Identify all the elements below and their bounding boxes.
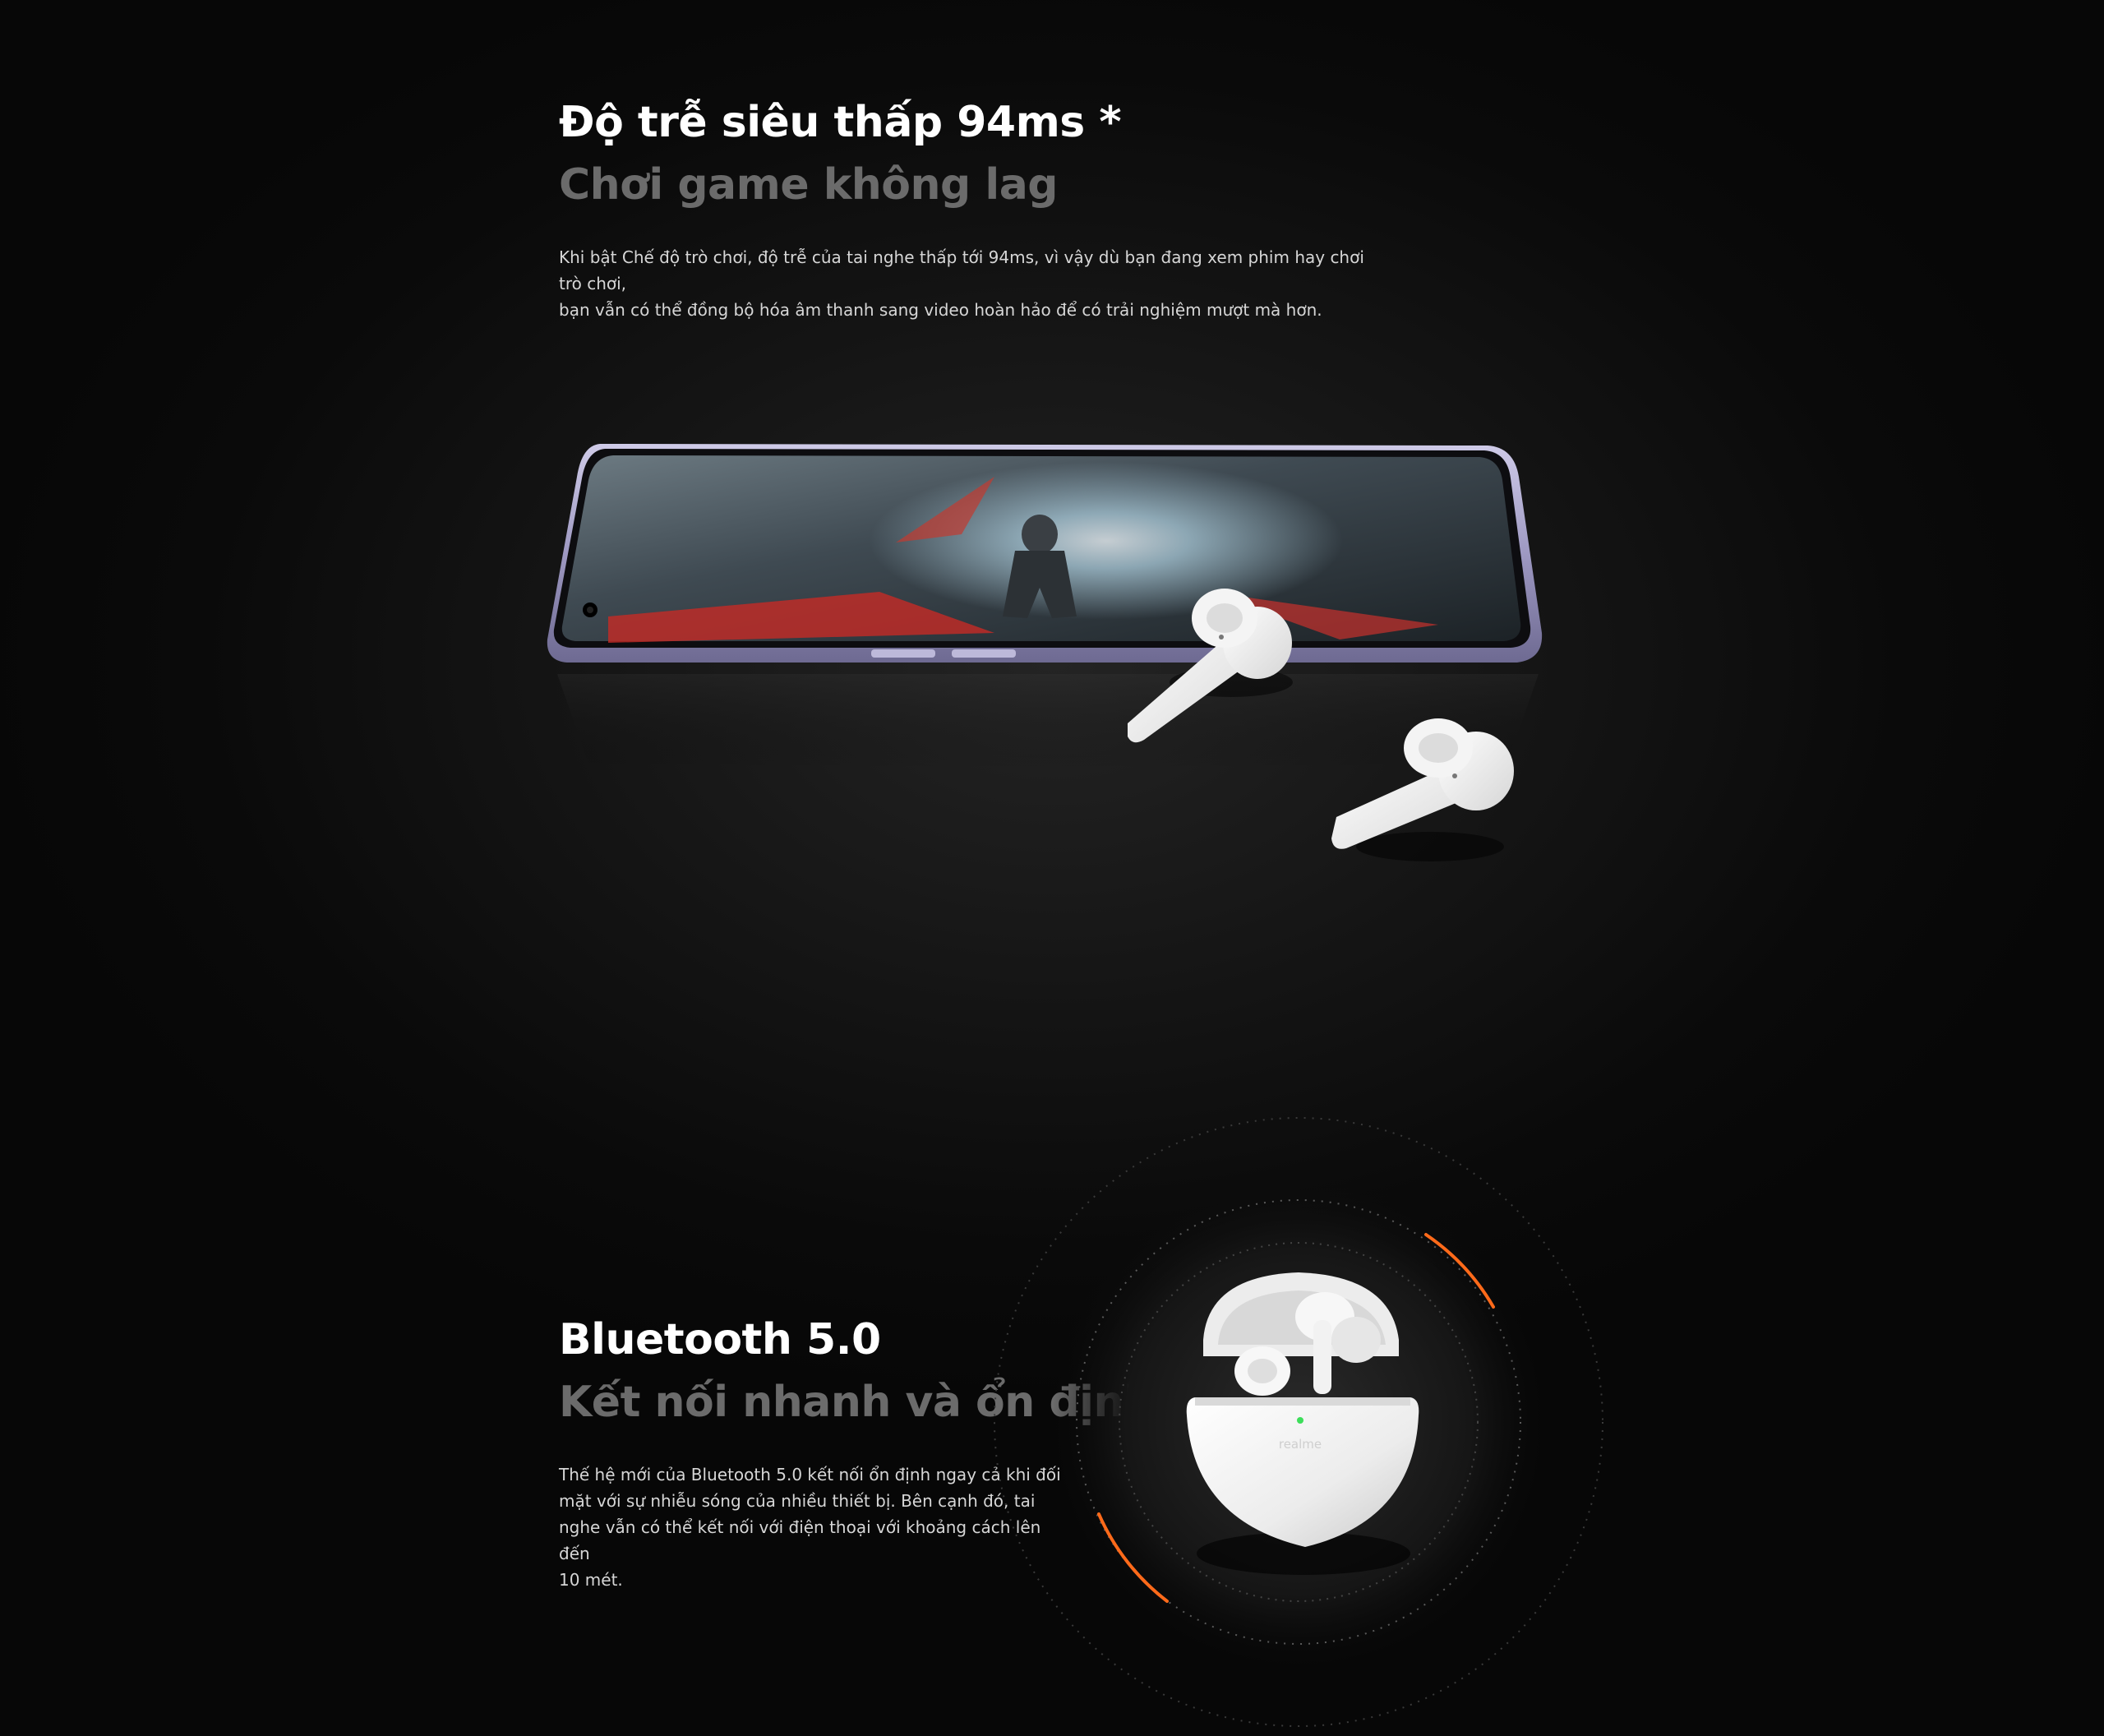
latency-title: Độ trễ siêu thấp 94ms * xyxy=(559,98,1122,147)
charging-case-image: realme xyxy=(994,1117,1603,1727)
case-logo: realme xyxy=(1279,1437,1322,1452)
bluetooth-title: Bluetooth 5.0 xyxy=(559,1315,881,1364)
latency-description: Khi bật Chế độ trò chơi, độ trễ của tai … xyxy=(559,244,1381,323)
latency-subtitle: Chơi game không lag xyxy=(559,160,1059,210)
phone-game-image xyxy=(547,444,1543,861)
status-led xyxy=(1297,1417,1303,1424)
latency-description-line-2: bạn vẫn có thể đồng bộ hóa âm thanh sang… xyxy=(559,300,1322,320)
latency-description-line-1: Khi bật Chế độ trò chơi, độ trễ của tai … xyxy=(559,247,1364,293)
